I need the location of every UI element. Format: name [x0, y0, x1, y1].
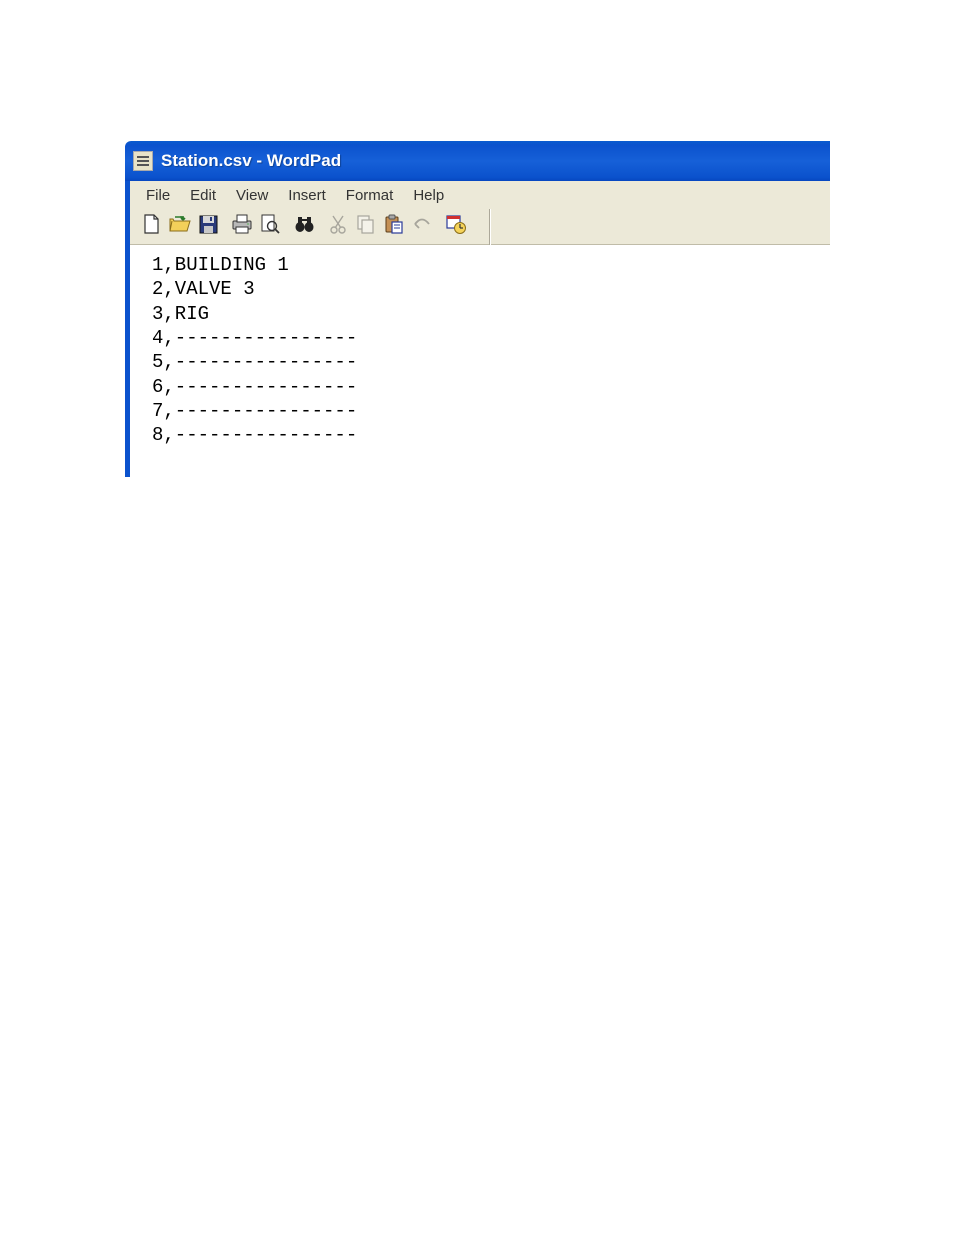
wordpad-window: Station.csv - WordPad File Edit View Ins… — [125, 141, 830, 477]
toolbar — [130, 209, 830, 245]
window-body: File Edit View Insert Format Help — [125, 181, 830, 477]
menu-edit[interactable]: Edit — [180, 184, 226, 207]
paste-button[interactable] — [382, 215, 406, 239]
menubar: File Edit View Insert Format Help — [130, 181, 830, 209]
menu-format[interactable]: Format — [336, 184, 404, 207]
copy-icon — [356, 214, 376, 239]
datetime-button[interactable] — [444, 215, 468, 239]
menu-help[interactable]: Help — [403, 184, 454, 207]
titlebar[interactable]: Station.csv - WordPad — [125, 141, 830, 181]
find-binoculars-icon — [294, 215, 315, 238]
cut-button[interactable] — [326, 215, 350, 239]
toolbar-grip — [486, 209, 490, 245]
print-preview-icon — [260, 214, 280, 239]
save-button[interactable] — [196, 215, 220, 239]
new-file-icon — [143, 214, 161, 239]
new-button[interactable] — [140, 215, 164, 239]
menu-insert[interactable]: Insert — [278, 184, 336, 207]
document-content[interactable]: 1,BUILDING 1 2,VALVE 3 3,RIG 4,---------… — [130, 245, 830, 477]
open-button[interactable] — [168, 215, 192, 239]
cut-scissors-icon — [329, 214, 347, 239]
menu-file[interactable]: File — [136, 184, 180, 207]
undo-button[interactable] — [410, 215, 434, 239]
menu-view[interactable]: View — [226, 184, 278, 207]
open-folder-icon — [169, 215, 191, 238]
print-icon — [231, 214, 253, 239]
titlebar-text: Station.csv - WordPad — [161, 151, 341, 171]
paste-clipboard-icon — [384, 214, 404, 239]
find-button[interactable] — [292, 215, 316, 239]
datetime-icon — [446, 214, 466, 239]
wordpad-app-icon — [133, 151, 153, 171]
undo-arrow-icon — [412, 217, 432, 236]
save-disk-icon — [199, 215, 218, 239]
print-button[interactable] — [230, 215, 254, 239]
copy-button[interactable] — [354, 215, 378, 239]
print-preview-button[interactable] — [258, 215, 282, 239]
